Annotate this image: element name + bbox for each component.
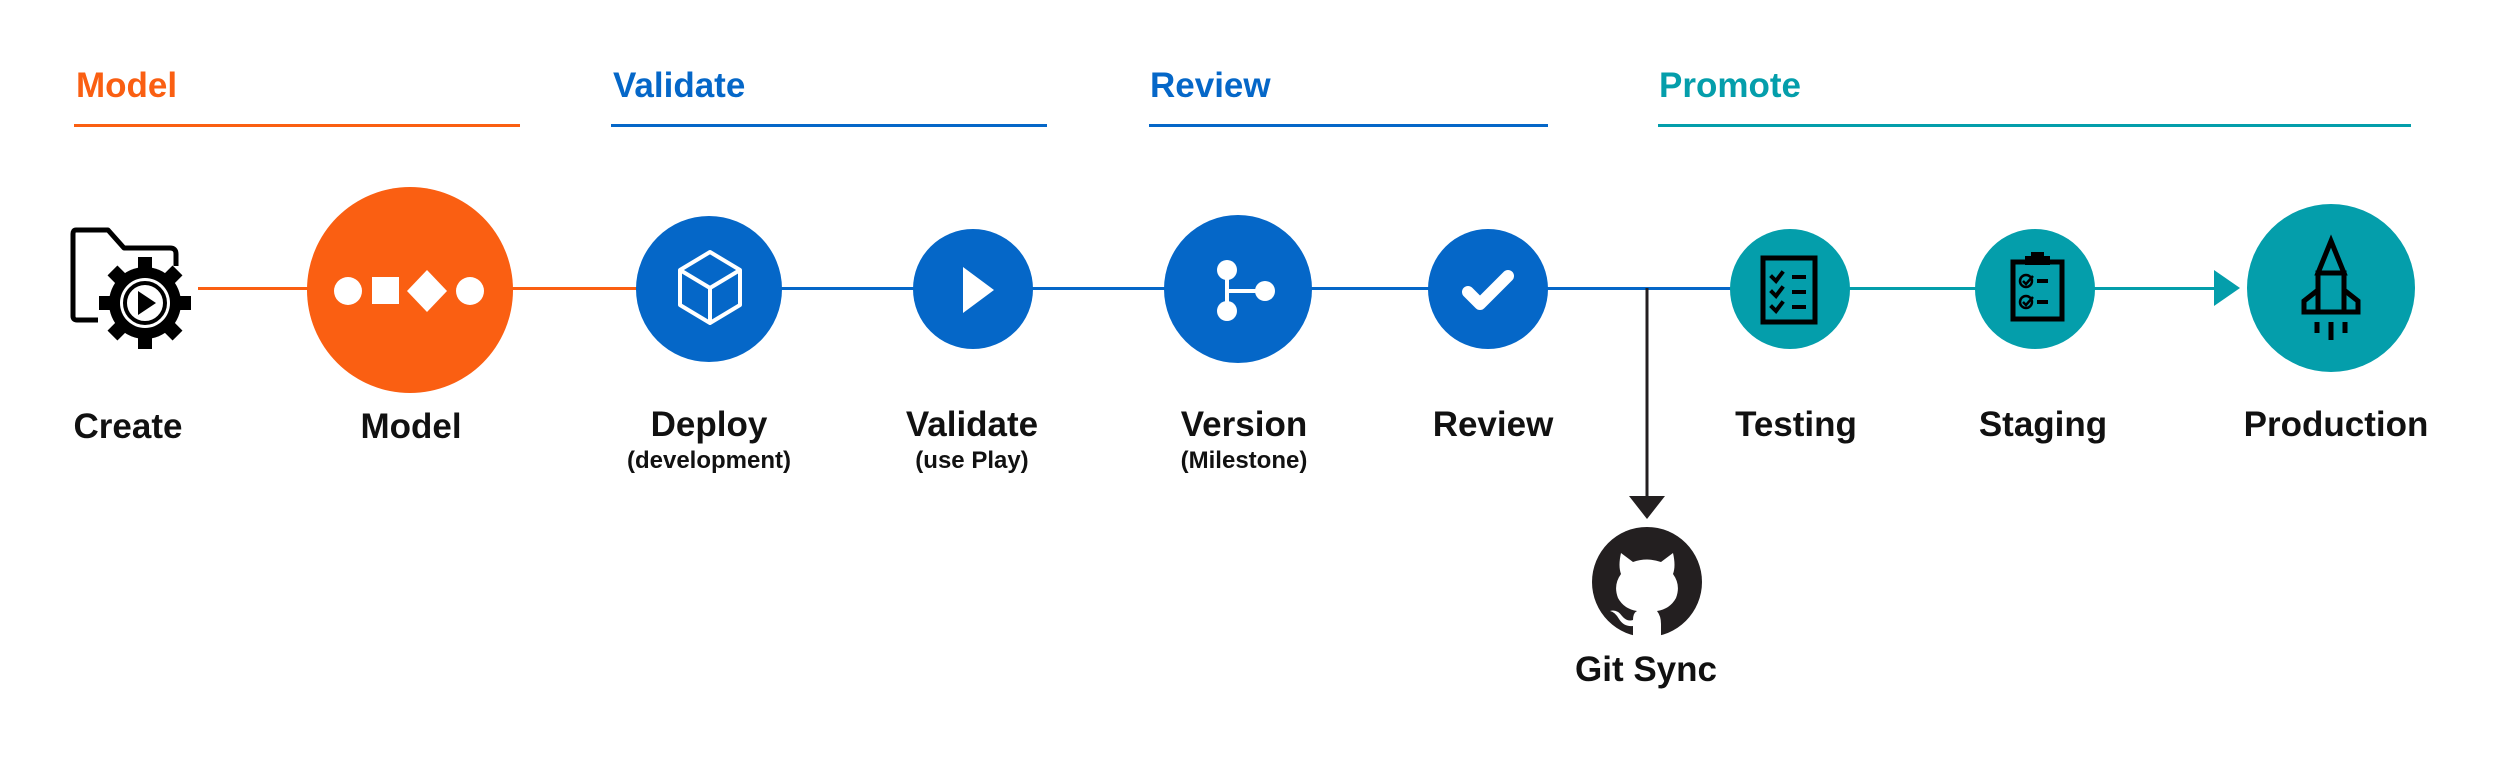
step-label-staging: Staging [1979,405,2107,444]
folder-gear-play-icon [70,227,191,349]
step-label-version: Version [1181,405,1307,444]
step-label-testing: Testing [1735,405,1857,444]
step-label-review: Review [1433,405,1554,444]
phase-title-model: Model [76,66,177,105]
step-circle-staging [1975,229,2095,349]
phase-underline-validate [611,124,1047,127]
step-version[interactable]: Version (Milestone) [1164,215,1312,474]
arrowhead-to-production [2214,270,2240,306]
phase-validate: Validate [611,66,1047,127]
branch-label-git-sync: Git Sync [1575,650,1717,689]
phase-underline-model [74,124,520,127]
step-label-create: Create [74,407,183,446]
branch-git-sync[interactable]: Git Sync [1575,527,1717,689]
arrowhead-to-git-sync [1629,496,1665,519]
step-production[interactable]: Production [2244,204,2429,444]
step-circle-production [2247,204,2415,372]
phase-title-validate: Validate [613,66,745,105]
phase-review: Review [1149,66,1548,127]
step-review[interactable]: Review [1428,229,1554,444]
step-validate[interactable]: Validate (use Play) [906,229,1038,474]
phase-underline-review [1149,124,1548,127]
step-testing[interactable]: Testing [1730,229,1857,444]
github-icon [1592,527,1702,637]
step-sublabel-deploy: (development) [627,447,791,474]
connector-git-sync [1645,288,1649,498]
phase-title-review: Review [1150,66,1271,105]
step-model[interactable]: Model [307,187,513,446]
phase-model: Model [74,66,520,127]
step-label-model: Model [360,407,461,446]
step-label-production: Production [2244,405,2429,444]
phase-title-promote: Promote [1659,66,1801,105]
step-deploy[interactable]: Deploy (development) [627,216,791,474]
step-label-deploy: Deploy [651,405,768,444]
step-label-validate: Validate [906,405,1038,444]
step-sublabel-version: (Milestone) [1181,447,1308,474]
step-circle-testing [1730,229,1850,349]
step-create[interactable]: Create [70,227,191,446]
workflow-diagram: Model Validate Review Promote Create Mod… [70,66,2429,689]
phase-promote: Promote [1658,66,2411,127]
phase-underline-promote [1658,124,2411,127]
step-sublabel-validate: (use Play) [915,447,1028,474]
step-staging[interactable]: Staging [1975,229,2107,444]
